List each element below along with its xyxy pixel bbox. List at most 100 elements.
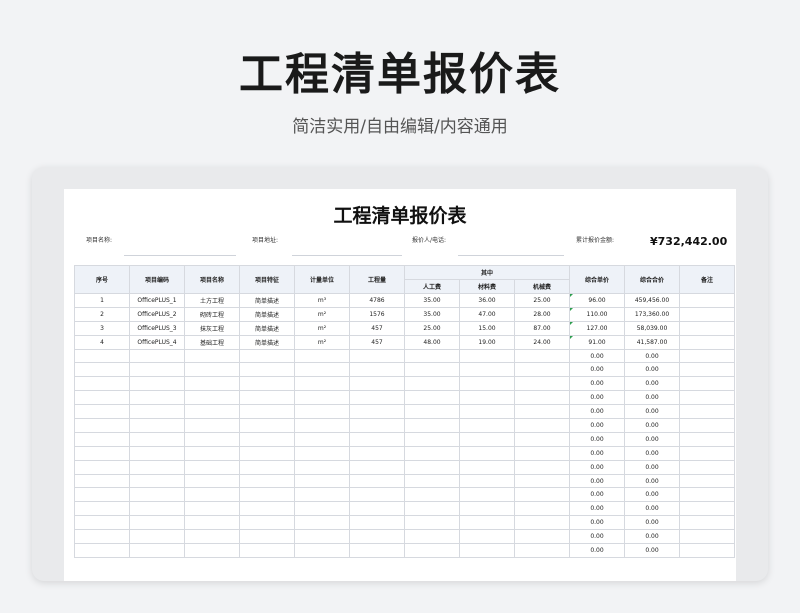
cell-code[interactable] (129, 501, 185, 517)
cell-total-price[interactable]: 41,587.00 (624, 334, 680, 350)
cell-qty[interactable] (349, 362, 405, 378)
cell-name[interactable] (184, 390, 240, 406)
cell-total-price[interactable]: 0.00 (624, 445, 680, 461)
cell-labor[interactable] (404, 473, 460, 489)
cell-qty[interactable] (349, 487, 405, 503)
cell-note[interactable] (679, 348, 735, 364)
cell-total-price[interactable]: 0.00 (624, 348, 680, 364)
cell-note[interactable] (679, 334, 735, 350)
cell-note[interactable] (679, 445, 735, 461)
cell-note[interactable] (679, 431, 735, 447)
cell-material[interactable] (459, 404, 515, 420)
cell-note[interactable] (679, 404, 735, 420)
cell-qty[interactable]: 457 (349, 320, 405, 336)
cell-unit-price[interactable]: 127.00 (569, 320, 625, 336)
cell-material[interactable] (459, 459, 515, 475)
cell-qty[interactable] (349, 404, 405, 420)
cell-code[interactable] (129, 459, 185, 475)
cell-name[interactable] (184, 473, 240, 489)
cell-total-price[interactable]: 0.00 (624, 501, 680, 517)
cell-total-price[interactable]: 0.00 (624, 404, 680, 420)
cell-feature[interactable] (239, 529, 295, 545)
cell-unit-price[interactable]: 0.00 (569, 487, 625, 503)
cell-name[interactable] (184, 543, 240, 558)
cell-note[interactable] (679, 459, 735, 475)
cell-labor[interactable]: 25.00 (404, 320, 460, 336)
cell-name[interactable]: 基础工程 (184, 334, 240, 350)
cell-code[interactable] (129, 473, 185, 489)
cell-qty[interactable] (349, 418, 405, 433)
cell-seq[interactable] (74, 543, 130, 558)
cell-material[interactable] (459, 473, 515, 489)
cell-labor[interactable] (404, 543, 460, 558)
cell-machine[interactable] (514, 445, 570, 461)
cell-qty[interactable] (349, 348, 405, 364)
cell-note[interactable] (679, 501, 735, 517)
cell-note[interactable] (679, 487, 735, 503)
cell-note[interactable] (679, 515, 735, 531)
cell-machine[interactable] (514, 362, 570, 378)
cell-machine[interactable] (514, 515, 570, 531)
cell-labor[interactable] (404, 376, 460, 392)
cell-material[interactable] (459, 529, 515, 545)
cell-material[interactable] (459, 487, 515, 503)
cell-code[interactable] (129, 431, 185, 447)
cell-machine[interactable]: 24.00 (514, 334, 570, 350)
cell-note[interactable] (679, 543, 735, 558)
cell-code[interactable]: OfficePLUS_2 (129, 306, 185, 322)
cell-unit[interactable]: m² (294, 334, 350, 350)
cell-feature[interactable]: 简单描述 (239, 320, 295, 336)
cell-feature[interactable] (239, 543, 295, 558)
cell-qty[interactable]: 4786 (349, 293, 405, 308)
cell-labor[interactable] (404, 348, 460, 364)
cell-name[interactable]: 土方工程 (184, 293, 240, 308)
cell-feature[interactable] (239, 418, 295, 433)
cell-seq[interactable] (74, 473, 130, 489)
cell-qty[interactable] (349, 515, 405, 531)
cell-seq[interactable] (74, 515, 130, 531)
cell-machine[interactable]: 28.00 (514, 306, 570, 322)
cell-machine[interactable] (514, 487, 570, 503)
cell-seq[interactable] (74, 487, 130, 503)
cell-code[interactable] (129, 404, 185, 420)
cell-machine[interactable] (514, 348, 570, 364)
cell-unit[interactable] (294, 348, 350, 364)
cell-unit[interactable] (294, 362, 350, 378)
cell-unit-price[interactable]: 91.00 (569, 334, 625, 350)
cell-note[interactable] (679, 376, 735, 392)
cell-unit-price[interactable]: 0.00 (569, 501, 625, 517)
cell-feature[interactable]: 简单描述 (239, 306, 295, 322)
cell-unit-price[interactable]: 110.00 (569, 306, 625, 322)
cell-machine[interactable] (514, 376, 570, 392)
cell-total-price[interactable]: 0.00 (624, 459, 680, 475)
project-name-field[interactable] (124, 255, 236, 256)
cell-unit-price[interactable]: 0.00 (569, 362, 625, 378)
cell-unit[interactable] (294, 487, 350, 503)
cell-labor[interactable] (404, 501, 460, 517)
cell-name[interactable] (184, 487, 240, 503)
cell-note[interactable] (679, 362, 735, 378)
cell-unit-price[interactable]: 96.00 (569, 293, 625, 308)
cell-unit[interactable] (294, 529, 350, 545)
cell-code[interactable] (129, 362, 185, 378)
cell-feature[interactable] (239, 404, 295, 420)
cell-unit-price[interactable]: 0.00 (569, 390, 625, 406)
cell-qty[interactable]: 457 (349, 334, 405, 350)
cell-name[interactable] (184, 431, 240, 447)
cell-seq[interactable] (74, 431, 130, 447)
cell-seq[interactable] (74, 445, 130, 461)
cell-unit[interactable] (294, 473, 350, 489)
cell-qty[interactable]: 1576 (349, 306, 405, 322)
cell-machine[interactable] (514, 501, 570, 517)
cell-unit-price[interactable]: 0.00 (569, 404, 625, 420)
cell-machine[interactable] (514, 529, 570, 545)
cell-unit[interactable] (294, 501, 350, 517)
cell-unit-price[interactable]: 0.00 (569, 515, 625, 531)
cell-feature[interactable] (239, 376, 295, 392)
cell-code[interactable] (129, 376, 185, 392)
cell-note[interactable] (679, 529, 735, 545)
cell-material[interactable]: 19.00 (459, 334, 515, 350)
cell-seq[interactable] (74, 390, 130, 406)
cell-material[interactable] (459, 418, 515, 433)
cell-total-price[interactable]: 0.00 (624, 515, 680, 531)
